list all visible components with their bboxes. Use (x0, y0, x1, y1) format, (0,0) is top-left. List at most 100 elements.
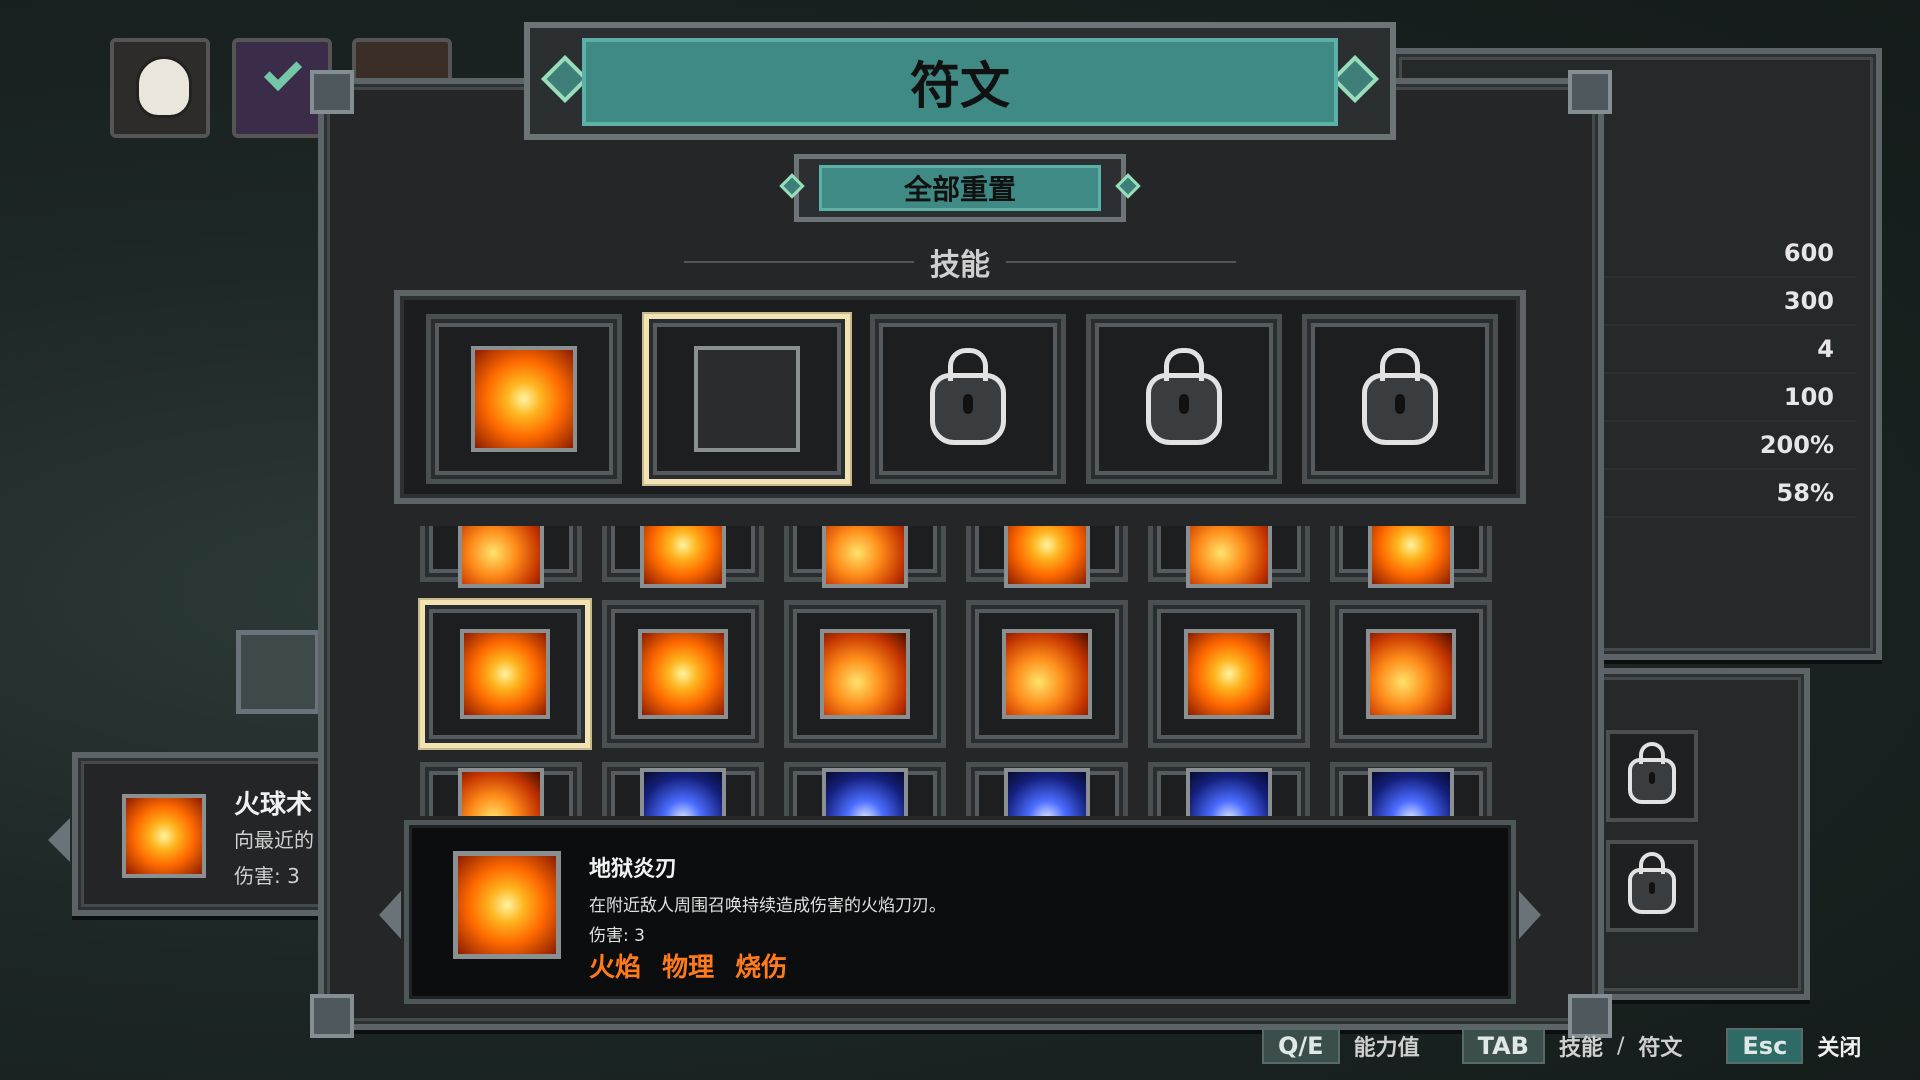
rune-slot[interactable] (1148, 762, 1310, 816)
fire-spear-icon (1366, 629, 1456, 719)
panel-corner (310, 994, 354, 1038)
equipped-slot-2[interactable] (644, 314, 850, 484)
empty-slot-frame (694, 346, 800, 452)
equipped-bar (394, 290, 1526, 504)
hell-flame-blade-icon (453, 851, 561, 959)
rune-slot[interactable] (1330, 600, 1492, 748)
tag-burn: 烧伤 (735, 953, 788, 983)
tag-fire: 火焰 (589, 953, 642, 983)
detail-prev-arrow-icon[interactable] (379, 891, 401, 939)
rune-slot-selected[interactable] (420, 600, 590, 748)
lightning-6-icon (1368, 768, 1454, 816)
bonfire-icon (1002, 629, 1092, 719)
tab-sep: / (1616, 1033, 1625, 1059)
portrait-goat[interactable] (110, 38, 210, 138)
rune-slot[interactable] (966, 762, 1128, 816)
page-title: 符文 (910, 57, 1010, 115)
fire-explosion-icon (638, 629, 728, 719)
detail-damage: 伤害: 3 (589, 926, 645, 946)
rune-slot[interactable] (602, 526, 764, 589)
reset-button-label: 全部重置 (903, 173, 1016, 206)
qe-key[interactable]: Q/E (1262, 1028, 1340, 1064)
stats-list: 600 300 4 100 200% 58% (1596, 230, 1856, 518)
locked-slot (1606, 840, 1698, 932)
skill-desc: 向最近的 (234, 828, 314, 852)
fireball-icon (122, 794, 206, 878)
title-banner: 符文 (524, 22, 1396, 140)
panel-corner (1568, 70, 1612, 114)
meteor-icon (820, 629, 910, 719)
lock-icon (1628, 758, 1676, 805)
lightning-3-icon (822, 768, 908, 816)
qe-label: 能力值 (1353, 1036, 1420, 1061)
stat-value: 100 (1596, 374, 1856, 422)
checkmark-icon (263, 52, 303, 92)
rune-slot[interactable] (420, 762, 582, 816)
banner-center: 符文 (582, 38, 1338, 126)
rune-slot[interactable] (420, 526, 582, 589)
detail-description: 在附近敌人周围召唤持续造成伤害的火焰刀刃。 (589, 896, 946, 916)
skill-name: 火球术 (234, 790, 313, 820)
equipped-slot-3[interactable] (870, 314, 1066, 484)
hell-flame-blade-icon (460, 629, 550, 719)
locked-slot (1606, 730, 1698, 822)
lightning-4-icon (1004, 768, 1090, 816)
rune-slot[interactable] (1148, 526, 1310, 589)
rune-slot[interactable] (1148, 600, 1310, 748)
skill-damage: 伤害: 3 (234, 864, 300, 888)
reset-button-face: 全部重置 (819, 165, 1101, 211)
fire-egg-icon (640, 526, 726, 589)
rune-slot[interactable] (602, 600, 764, 748)
stat-value: 600 (1596, 230, 1856, 278)
rune-slot[interactable] (1330, 526, 1492, 589)
fire-wave-icon (1368, 526, 1454, 589)
tab-label-skill: 技能 (1558, 1036, 1603, 1061)
rune-slot[interactable] (602, 762, 764, 816)
section-label: 技能 (930, 248, 990, 283)
tab-label-rune: 符文 (1638, 1036, 1683, 1061)
banner-right-gem-icon (1330, 54, 1380, 104)
rune-detail-panel: 地狱炎刃 在附近敌人周围召唤持续造成伤害的火焰刀刃。 伤害: 3 火焰 物理 烧… (379, 820, 1541, 1004)
equipped-slot-4[interactable] (1086, 314, 1282, 484)
left-ornament (236, 630, 320, 714)
equipped-slot-1[interactable] (426, 314, 622, 484)
rune-slot[interactable] (784, 762, 946, 816)
divider-line-right (1006, 261, 1236, 263)
rune-slot[interactable] (784, 526, 946, 589)
fire-burst-icon (1004, 526, 1090, 589)
rune-slot[interactable] (966, 526, 1128, 589)
stat-value: 200% (1596, 422, 1856, 470)
fire-slash-icon (471, 346, 577, 452)
equipped-slot-5[interactable] (1302, 314, 1498, 484)
goat-face-icon (136, 56, 192, 118)
detail-next-arrow-icon[interactable] (1519, 891, 1541, 939)
rune-slot[interactable] (784, 600, 946, 748)
stat-value: 300 (1596, 278, 1856, 326)
fire-dragon-icon (1186, 526, 1272, 589)
footer-hints: Q/E 能力值 TAB 技能 / 符文 Esc 关闭 (1262, 1024, 1912, 1068)
stat-value: 58% (1596, 470, 1856, 518)
divider-line-left (684, 261, 914, 263)
fire-pentagram-icon (1184, 629, 1274, 719)
lock-icon (1146, 372, 1222, 445)
lightning-1-icon (458, 768, 544, 816)
rune-grid (404, 526, 1516, 816)
prev-arrow-icon[interactable] (48, 818, 70, 862)
detail-name: 地狱炎刃 (589, 857, 678, 882)
lightning-5-icon (1186, 768, 1272, 816)
stat-value: 4 (1596, 326, 1856, 374)
lock-icon (930, 372, 1006, 445)
left-skill-card: 火球术 向最近的 伤害: 3 (48, 752, 332, 916)
reset-all-button[interactable]: 全部重置 (779, 154, 1141, 222)
fire-swirl-icon (458, 526, 544, 589)
esc-key[interactable]: Esc (1726, 1028, 1804, 1064)
esc-label: 关闭 (1817, 1036, 1862, 1061)
lock-icon (1628, 868, 1676, 915)
rune-slot[interactable] (1330, 762, 1492, 816)
rune-slot[interactable] (966, 600, 1128, 748)
lightning-2-icon (640, 768, 726, 816)
tag-physical: 物理 (662, 953, 715, 983)
fire-spark-icon (822, 526, 908, 589)
lock-icon (1362, 372, 1438, 445)
tab-key[interactable]: TAB (1461, 1028, 1545, 1064)
